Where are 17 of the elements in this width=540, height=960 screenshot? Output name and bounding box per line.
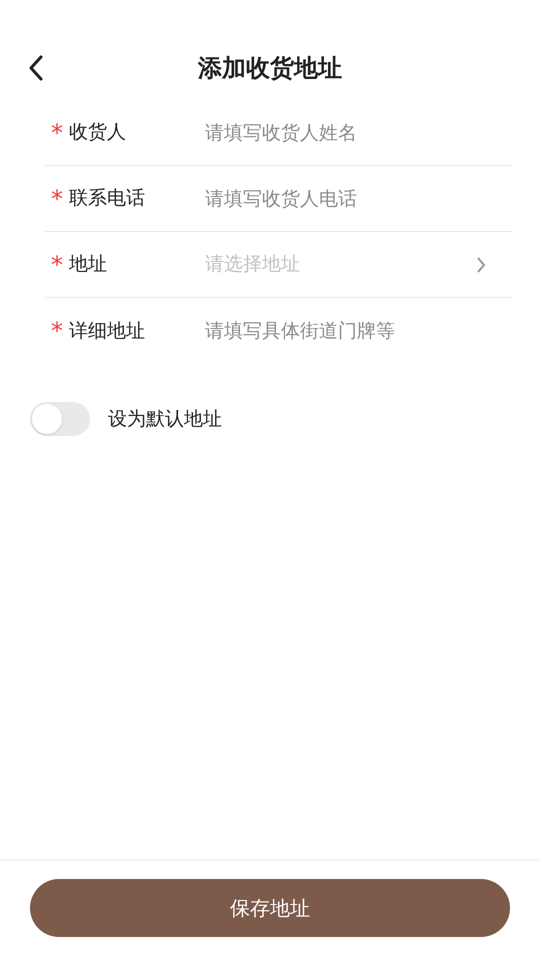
field-label: 联系电话	[69, 186, 146, 212]
input-field[interactable]: 请填写具体街道门牌等	[205, 298, 512, 364]
save-button[interactable]: 保存地址	[30, 879, 510, 937]
input-field[interactable]: 请填写收货人姓名	[205, 100, 512, 165]
page-title: 添加收货地址	[198, 53, 342, 84]
input-field[interactable]: 请填写收货人电话	[205, 166, 512, 231]
required-mark: *	[51, 319, 64, 343]
default-toggle[interactable]	[30, 402, 90, 436]
chevron-icon	[476, 256, 486, 274]
back-icon	[28, 55, 44, 81]
required-mark: *	[51, 120, 64, 144]
field-label: 地址	[69, 252, 108, 278]
required-mark: *	[51, 186, 64, 210]
toggle-label: 设为默认地址	[108, 406, 222, 432]
field-label: 收货人	[69, 120, 127, 146]
field-label: 详细地址	[69, 318, 146, 344]
required-mark: *	[51, 252, 64, 276]
